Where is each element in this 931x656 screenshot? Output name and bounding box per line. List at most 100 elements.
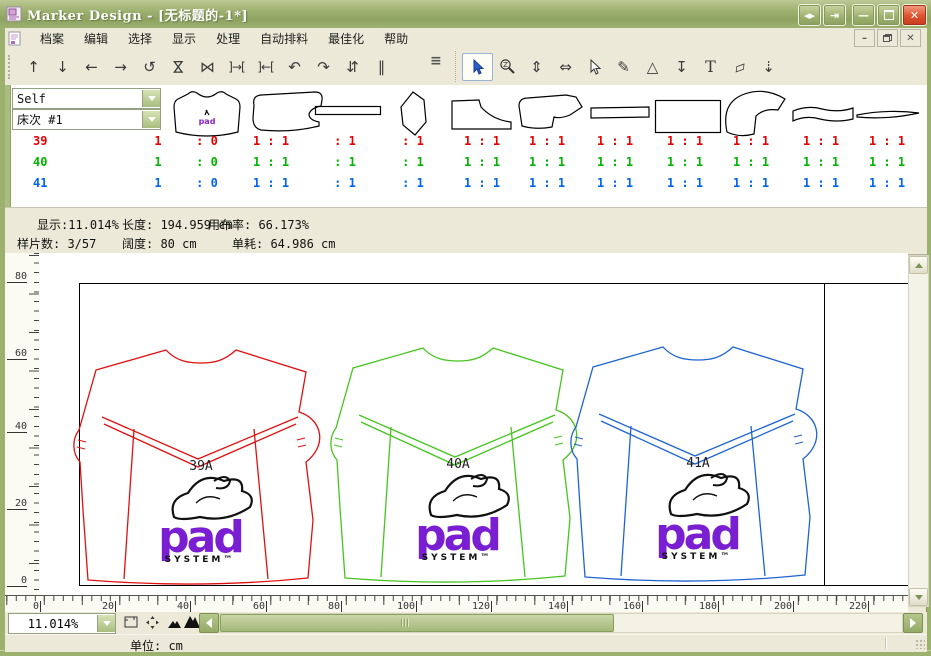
flip-horizontal-button[interactable]: ⋈ xyxy=(193,54,222,80)
piece-size-count: 1 : 1 xyxy=(861,176,913,190)
minimize-button[interactable]: — xyxy=(852,4,875,26)
move-down-button[interactable]: ↓ xyxy=(48,54,77,80)
marker-canvas[interactable]: pad SYSTEM™ 39A 40A 41A xyxy=(40,253,908,595)
chevron-down-icon[interactable] xyxy=(142,90,160,107)
menu-edit[interactable]: 编辑 xyxy=(74,28,118,49)
close-button[interactable]: ✕ xyxy=(902,4,927,26)
measure-tool-button[interactable]: ▱ xyxy=(725,54,754,80)
pattern-piece-thumbnail[interactable] xyxy=(654,99,722,134)
mdi-close-button[interactable]: ✕ xyxy=(900,29,921,47)
move-right-button[interactable]: → xyxy=(106,54,135,80)
flip-vertical-button[interactable]: ⋈ xyxy=(164,54,193,80)
menu-file[interactable]: 档案 xyxy=(30,28,74,49)
toolbar-options-button[interactable]: ≡ xyxy=(430,53,442,69)
piece-size-count: 1 : 1 xyxy=(795,134,847,148)
move-up-button[interactable]: ↑ xyxy=(19,54,48,80)
pointer-tool-button[interactable] xyxy=(580,54,609,80)
scroll-down-button[interactable] xyxy=(909,588,928,606)
rotate-button[interactable]: ↺ xyxy=(135,54,164,80)
piece-size-count: : 0 xyxy=(181,134,233,148)
select-tool-button[interactable] xyxy=(462,53,493,81)
status-divider xyxy=(885,637,886,649)
pin-tool-button[interactable]: △ xyxy=(638,54,667,80)
unit-label: 单位: cm xyxy=(130,637,183,654)
flip-pen-tool-button[interactable]: ✎ xyxy=(609,54,638,80)
text-tool-button[interactable]: T xyxy=(696,54,725,80)
chevron-down-icon[interactable] xyxy=(97,615,115,632)
toolbar-grip[interactable] xyxy=(8,55,13,79)
zoom-out-hill-icon[interactable] xyxy=(168,618,182,629)
align-top-bottom-icon: ⇵ xyxy=(346,58,359,76)
pan-horizontal-button[interactable]: ◂▸ xyxy=(798,4,821,26)
move-left-button[interactable]: ← xyxy=(77,54,106,80)
rotate-step-cw-button[interactable]: ↷ xyxy=(309,54,338,80)
stretch-horizontal-button[interactable]: ⇔ xyxy=(551,54,580,80)
marker-piece[interactable]: 40A xyxy=(333,343,583,585)
stretch-vertical-button[interactable]: ⇕ xyxy=(522,54,551,80)
menu-select[interactable]: 选择 xyxy=(118,28,162,49)
mdi-minimize-button[interactable]: – xyxy=(854,29,875,47)
piece-size-count: : 1 xyxy=(387,134,439,148)
crop-view-icon[interactable] xyxy=(123,615,139,629)
piece-size-count: 1 : 1 xyxy=(521,155,573,169)
menu-optimize[interactable]: 最佳化 xyxy=(318,28,374,49)
menu-view[interactable]: 显示 xyxy=(162,28,206,49)
chevron-left-icon xyxy=(201,618,212,628)
piece-size-count: 1 : 1 xyxy=(861,134,913,148)
pattern-piece-thumbnail[interactable] xyxy=(449,95,515,131)
zoom-level-selector[interactable]: 11.014% xyxy=(8,613,116,634)
menu-process[interactable]: 处理 xyxy=(206,28,250,49)
unit-consumption: 单耗: 64.986 cm xyxy=(232,235,335,252)
piece-size-count: 1 : 1 xyxy=(589,155,641,169)
chevron-down-icon[interactable] xyxy=(142,111,160,128)
vertical-scrollbar[interactable] xyxy=(908,255,929,607)
pattern-piece-thumbnail[interactable] xyxy=(719,89,792,137)
walk-piece-tool-button[interactable]: ⇣ xyxy=(754,54,783,80)
scroll-up-button[interactable] xyxy=(909,256,928,274)
pattern-piece-thumbnail[interactable] xyxy=(791,102,856,126)
maximize-button[interactable] xyxy=(877,4,900,26)
h-ruler-label: 160 xyxy=(613,601,643,612)
piece-size-count: : 1 xyxy=(319,176,371,190)
size-row-label[interactable]: 41 xyxy=(33,176,47,190)
horizontal-scrollbar-thumb[interactable] xyxy=(220,614,614,632)
pattern-piece-thumbnail[interactable]: pad xyxy=(166,88,248,138)
piece-size-label: 39A xyxy=(76,459,326,474)
marker-info-bar: 显示:11.014% 长度: 194.959 cm 用布率: 66.173% 样… xyxy=(5,207,927,255)
zoom-icon: Z xyxy=(499,58,516,75)
scroll-right-button[interactable] xyxy=(903,613,923,633)
drop-piece-tool-button[interactable]: ↧ xyxy=(667,54,696,80)
menu-help[interactable]: 帮助 xyxy=(374,28,418,49)
piece-size-count: 1 : 1 xyxy=(245,155,297,169)
resize-grip[interactable] xyxy=(915,639,925,649)
fit-view-icon[interactable] xyxy=(145,615,160,630)
align-top-bottom-button[interactable]: ⇵ xyxy=(338,54,367,80)
expand-gap-button[interactable]: ]→[ xyxy=(222,54,251,80)
pattern-piece-thumbnail[interactable] xyxy=(314,105,382,116)
rotate-step-ccw-button[interactable]: ↶ xyxy=(280,54,309,80)
size-row-label[interactable]: 39 xyxy=(33,134,47,148)
marker-piece[interactable]: 41A xyxy=(573,342,823,584)
v-ruler-label: 40 xyxy=(7,421,27,433)
text-tool-icon: T xyxy=(705,57,716,76)
pattern-piece-thumbnail[interactable] xyxy=(854,107,922,123)
piece-size-count: 1 : 1 xyxy=(659,134,711,148)
style-selector[interactable]: Self xyxy=(12,88,161,109)
pattern-piece-thumbnail[interactable] xyxy=(589,105,652,120)
scroll-left-button[interactable] xyxy=(199,613,219,633)
horizontal-scrollbar[interactable] xyxy=(219,613,903,633)
mdi-restore-button[interactable] xyxy=(877,29,898,47)
vertical-ruler: 806040200 xyxy=(5,253,41,595)
marker-piece[interactable]: 39A xyxy=(76,345,326,587)
toolbar: ↑ ↓ ← → ↺ ⋈ ⋈ ]→[ ]←[ ↶ ↷ ⇵ ∥ ≡ Z ⇕ ⇔ ✎ xyxy=(5,48,927,86)
pattern-piece-thumbnail[interactable] xyxy=(394,90,436,137)
align-vertical-edges-button[interactable]: ∥ xyxy=(367,54,396,80)
size-row-label[interactable]: 40 xyxy=(33,155,47,169)
zoom-tool-button[interactable]: Z xyxy=(493,54,522,80)
send-out-button[interactable]: ⇥ xyxy=(823,4,846,26)
piece-size-count: 1 : 1 xyxy=(659,155,711,169)
pattern-piece-thumbnail[interactable] xyxy=(516,93,586,130)
close-gap-button[interactable]: ]←[ xyxy=(251,54,280,80)
bed-selector[interactable]: 床次 #1 xyxy=(12,109,161,130)
menu-auto-nest[interactable]: 自动排料 xyxy=(250,28,318,49)
